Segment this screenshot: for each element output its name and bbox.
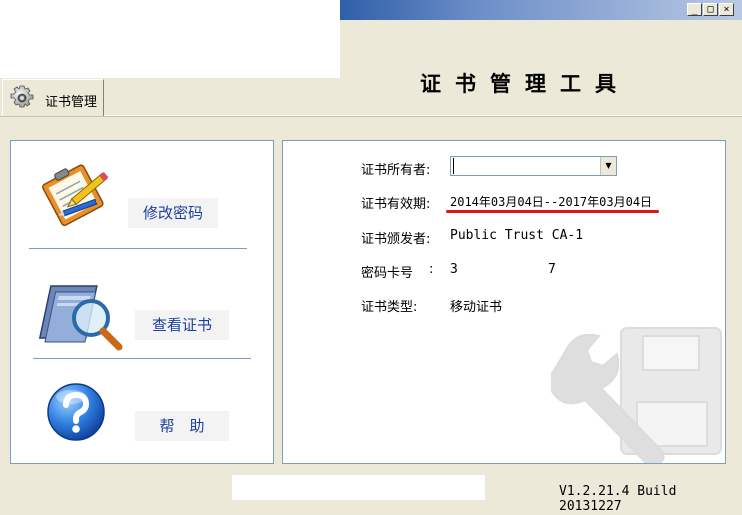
actions-panel: 修改密码 查看证书 帮 助	[10, 140, 274, 464]
minimize-button[interactable]: _	[687, 3, 702, 16]
highlight-underline	[446, 210, 659, 213]
gear-icon	[10, 85, 34, 108]
status-blank-area	[232, 475, 485, 500]
app-title: 证书管理工具	[420, 71, 630, 96]
tab-label: 证书管理	[45, 95, 98, 110]
chevron-down-icon[interactable]: ▼	[600, 157, 616, 175]
type-value: 移动证书	[450, 300, 503, 315]
clipboard-pencil-icon[interactable]	[35, 153, 115, 228]
tab-cert-management[interactable]: 证书管理	[2, 79, 104, 116]
card-number-colon: :	[429, 262, 434, 277]
type-label: 证书类型:	[361, 300, 418, 315]
view-certificate-button[interactable]: 查看证书	[135, 310, 229, 340]
card-number-part-2: 7	[548, 262, 556, 277]
change-password-button[interactable]: 修改密码	[128, 198, 218, 228]
tab-divider-shadow	[0, 116, 742, 117]
card-number-part-1: 3	[450, 262, 458, 277]
separator	[29, 248, 247, 249]
help-button[interactable]: 帮 助	[135, 411, 229, 441]
issuer-label: 证书颁发者:	[361, 232, 431, 247]
issuer-value: Public Trust CA-1	[450, 228, 584, 243]
text-cursor	[453, 158, 454, 174]
version-label: V1.2.21.4 Build 20131227	[559, 484, 677, 514]
close-button[interactable]: ×	[719, 3, 734, 16]
magnifier-book-icon[interactable]	[35, 276, 125, 356]
maximize-button[interactable]: □	[703, 3, 718, 16]
certificate-details-panel: 证书所有者: ▼ 证书有效期: 2014年03月04日--2017年03月04日…	[282, 140, 726, 464]
window-title-bar[interactable]: _ □ ×	[340, 0, 742, 20]
question-icon[interactable]	[45, 381, 107, 443]
separator	[33, 358, 251, 359]
card-number-label: 密码卡号	[361, 266, 414, 281]
blank-header-area	[0, 0, 340, 78]
validity-label: 证书有效期:	[361, 197, 431, 212]
owner-label: 证书所有者:	[361, 163, 431, 178]
tools-watermark-icon	[551, 327, 722, 463]
validity-value: 2014年03月04日--2017年03月04日	[450, 195, 653, 209]
owner-select[interactable]: ▼	[450, 156, 617, 176]
